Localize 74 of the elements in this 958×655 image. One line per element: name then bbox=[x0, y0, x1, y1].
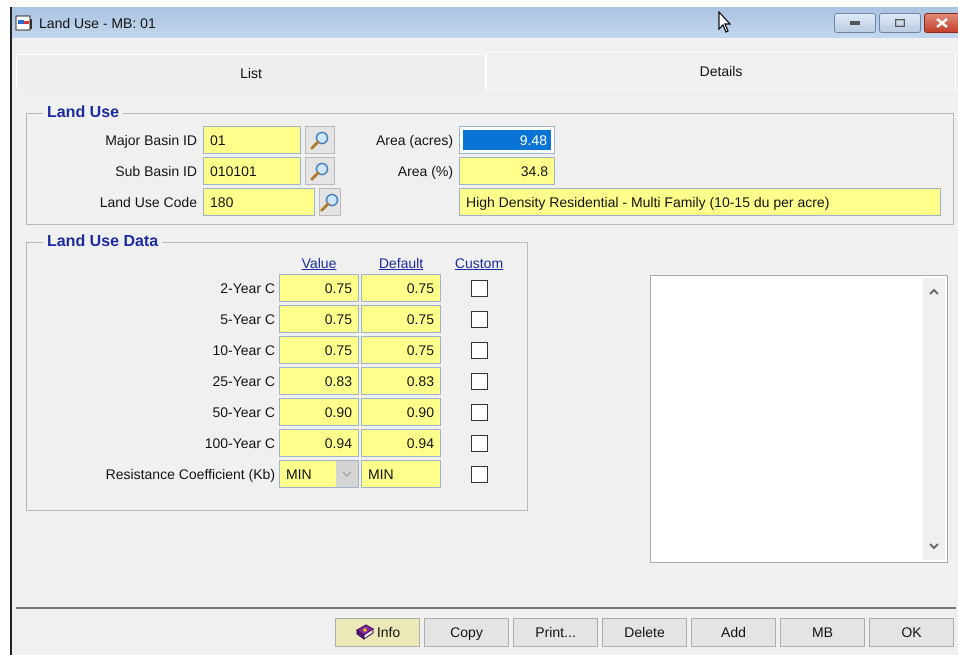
field-label: Major Basin ID bbox=[104, 132, 198, 148]
text-field[interactable]: 0.90 bbox=[361, 398, 441, 426]
text-field[interactable]: 180 bbox=[203, 188, 315, 216]
text-field[interactable]: 0.83 bbox=[279, 367, 359, 395]
chevron-up-icon[interactable] bbox=[929, 288, 939, 295]
checkbox[interactable] bbox=[470, 434, 488, 452]
checkbox[interactable] bbox=[470, 404, 488, 420]
maximize-button[interactable] bbox=[879, 12, 921, 32]
field-label: 100-Year C bbox=[204, 435, 276, 451]
dropdown[interactable]: MIN bbox=[279, 460, 359, 488]
field-label: Area (acres) bbox=[374, 132, 454, 148]
field-value: 9.48 bbox=[463, 130, 551, 150]
dialog-button[interactable]: Info bbox=[335, 618, 420, 646]
search-icon bbox=[310, 130, 330, 150]
field-label: 10-Year C bbox=[211, 342, 276, 358]
field-label: Sub Basin ID bbox=[114, 163, 198, 179]
field-label: 25-Year C bbox=[211, 373, 276, 389]
checkbox[interactable] bbox=[470, 372, 488, 390]
text-field[interactable]: 0.75 bbox=[279, 274, 359, 302]
group-title: Land Use bbox=[46, 104, 120, 122]
dialog-button[interactable]: Print... bbox=[513, 618, 598, 646]
checkbox[interactable] bbox=[470, 466, 488, 482]
chevron-down-icon bbox=[342, 471, 352, 477]
text-field[interactable]: 0.75 bbox=[361, 305, 441, 333]
text-field[interactable]: MIN bbox=[361, 460, 441, 488]
column-header-link[interactable]: Value bbox=[279, 255, 359, 271]
text-field[interactable]: 0.90 bbox=[279, 398, 359, 426]
text-field[interactable]: 0.94 bbox=[279, 429, 359, 457]
text-field[interactable]: 9.48 bbox=[459, 126, 555, 154]
chevron-down-icon[interactable] bbox=[929, 543, 939, 550]
text-field[interactable]: 01 bbox=[203, 126, 301, 154]
text-field[interactable]: 0.83 bbox=[361, 367, 441, 395]
window-title: Land Use - MB: 01 bbox=[39, 14, 156, 30]
close-button[interactable] bbox=[924, 12, 958, 32]
tab[interactable]: List bbox=[16, 54, 486, 90]
field-label: 2-Year C bbox=[219, 280, 276, 296]
text-field[interactable]: 34.8 bbox=[459, 157, 555, 185]
text-field[interactable]: 0.75 bbox=[279, 336, 359, 364]
field-label: Land Use Code bbox=[98, 194, 198, 210]
search-button[interactable] bbox=[305, 157, 335, 185]
checkbox[interactable] bbox=[470, 280, 488, 296]
text-field[interactable]: High Density Residential - Multi Family (10-15 du per acre) bbox=[459, 188, 941, 216]
app-icon bbox=[15, 14, 33, 30]
checkbox[interactable] bbox=[470, 310, 488, 328]
search-button[interactable] bbox=[305, 126, 335, 154]
scrollbar[interactable] bbox=[923, 278, 945, 560]
text-field[interactable]: 010101 bbox=[203, 157, 301, 185]
column-header-link[interactable]: Custom bbox=[443, 255, 515, 271]
search-icon bbox=[320, 192, 340, 212]
field-label: Resistance Coefficient (Kb) bbox=[104, 466, 276, 482]
tab[interactable]: Details bbox=[486, 52, 956, 90]
book-icon bbox=[354, 623, 375, 641]
text-field[interactable]: 0.94 bbox=[361, 429, 441, 457]
dialog-button[interactable]: OK bbox=[869, 618, 954, 646]
dialog-button[interactable]: Copy bbox=[424, 618, 509, 646]
minimize-button[interactable] bbox=[834, 12, 876, 32]
dialog-button[interactable]: Delete bbox=[602, 618, 687, 646]
text-field[interactable]: 0.75 bbox=[279, 305, 359, 333]
search-icon bbox=[310, 161, 330, 181]
maximize-icon bbox=[895, 18, 905, 26]
search-button[interactable] bbox=[318, 188, 341, 216]
column-header-link[interactable]: Default bbox=[361, 255, 441, 271]
close-icon bbox=[936, 18, 948, 28]
pointer-cursor-icon bbox=[718, 11, 732, 33]
field-label: 5-Year C bbox=[219, 311, 276, 327]
minimize-icon bbox=[850, 20, 860, 24]
checkbox[interactable] bbox=[470, 342, 488, 358]
text-field[interactable]: 0.75 bbox=[361, 274, 441, 302]
field-label: Area (%) bbox=[396, 163, 454, 179]
text-field[interactable]: 0.75 bbox=[361, 336, 441, 364]
field-label: 50-Year C bbox=[211, 404, 276, 420]
dialog-button[interactable]: Add bbox=[691, 618, 776, 646]
dialog-button[interactable]: MB bbox=[780, 618, 865, 646]
group-title: Land Use Data bbox=[46, 233, 160, 251]
